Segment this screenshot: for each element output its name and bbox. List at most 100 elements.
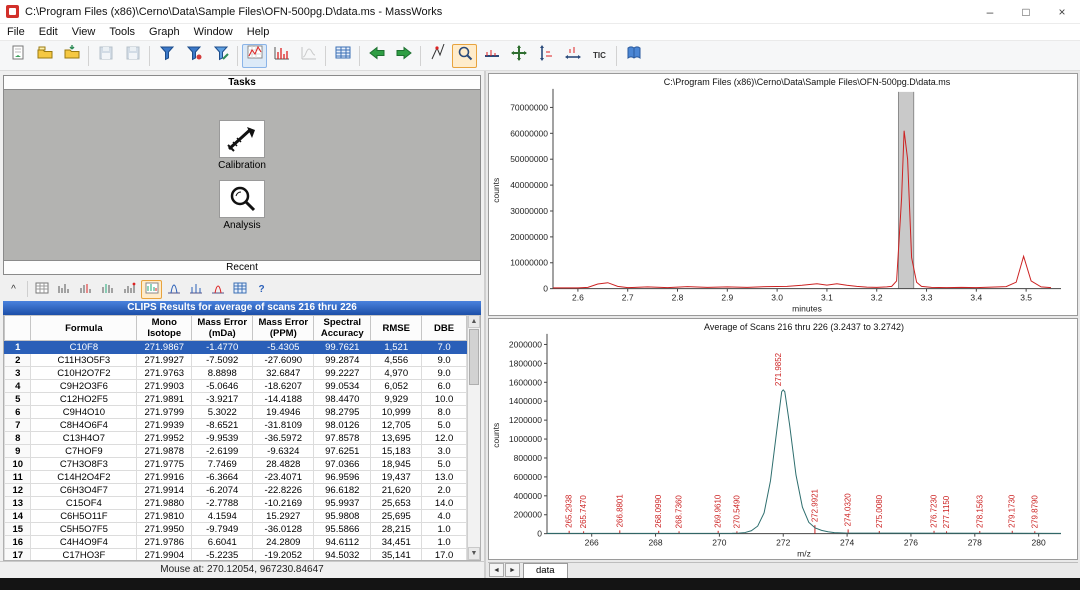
spectrum-chart[interactable]: Average of Scans 216 thru 226 (3.2437 to… (488, 318, 1078, 561)
table-row[interactable]: 6C9H4O10271.97995.302219.494698.279510,9… (5, 406, 467, 419)
toolbar-filter-1-button[interactable] (154, 44, 179, 68)
menu-window[interactable]: Window (187, 24, 240, 40)
scrollbar-track[interactable] (468, 386, 480, 547)
header-dbe[interactable]: DBE (422, 316, 467, 341)
mini-clips-results-button[interactable] (141, 280, 162, 299)
cell: 7.0 (422, 341, 467, 354)
close-button[interactable]: × (1044, 0, 1080, 23)
mini-collapse-button[interactable]: ^ (3, 280, 24, 299)
tab-next-icon[interactable]: ► (505, 563, 520, 577)
toolbar-open-file-button[interactable] (32, 44, 57, 68)
mini-spectrum-3-button[interactable] (207, 280, 228, 299)
mini-grid-view-button[interactable] (229, 280, 250, 299)
row-number: 3 (5, 367, 31, 380)
right-panel: C:\Program Files (x86)\Cerno\Data\Sample… (486, 71, 1080, 578)
toolbar-filter-3-button[interactable] (208, 44, 233, 68)
table-row[interactable]: 7C8H4O6F4271.9939-8.6521-31.810998.01261… (5, 419, 467, 432)
table-row[interactable]: 2C11H3O5F3271.9927-7.5092-27.609099.2874… (5, 354, 467, 367)
header-mono[interactable]: MonoIsotope (137, 316, 192, 341)
tab-data[interactable]: data (523, 563, 568, 578)
table-row[interactable]: 5C12HO2F5271.9891-3.9217-14.418898.44709… (5, 393, 467, 406)
mini-peak-marks-4-button[interactable] (119, 280, 140, 299)
chromatogram-chart[interactable]: C:\Program Files (x86)\Cerno\Data\Sample… (488, 73, 1078, 316)
mini-peak-marks-2-button[interactable] (75, 280, 96, 299)
spectrum-svg[interactable]: Average of Scans 216 thru 226 (3.2437 to… (489, 319, 1077, 560)
menu-help[interactable]: Help (240, 24, 277, 40)
header-rmse[interactable]: RMSE (371, 316, 422, 341)
mini-toolbar-separator (27, 281, 28, 297)
toolbar-forward-arrow-button[interactable] (391, 44, 416, 68)
mini-spectrum-1-button[interactable] (163, 280, 184, 299)
scroll-down-icon[interactable]: ▼ (468, 547, 480, 560)
menu-tools[interactable]: Tools (102, 24, 142, 40)
toolbar-y-scale-button[interactable] (533, 44, 558, 68)
table-row[interactable]: 10C7H3O8F3271.97757.746928.482897.036618… (5, 458, 467, 471)
cell: 7.7469 (192, 458, 253, 471)
table-row[interactable]: 15C5H5O7F5271.9950-9.7949-36.012895.5866… (5, 523, 467, 536)
toolbar-new-file-button[interactable] (5, 44, 30, 68)
svg-text:278.1563: 278.1563 (975, 494, 984, 528)
toolbar-separator (149, 46, 150, 66)
toolbar-x-scale-button[interactable] (560, 44, 585, 68)
table-row[interactable]: 17C17HO3F271.9904-5.2235-19.205294.50323… (5, 549, 467, 561)
table-row[interactable]: 13C15OF4271.9880-2.7788-10.216995.993725… (5, 497, 467, 510)
header-spectral[interactable]: SpectralAccuracy (314, 316, 371, 341)
toolbar-peaks-chart-button[interactable] (269, 44, 294, 68)
header-mass-error[interactable]: Mass Error(PPM) (253, 316, 314, 341)
calibration-icon[interactable] (219, 120, 265, 158)
chromatogram-svg[interactable]: C:\Program Files (x86)\Cerno\Data\Sample… (489, 74, 1077, 315)
table-row[interactable]: 14C6H5O11F271.98104.159415.292795.980825… (5, 510, 467, 523)
toolbar-help-button[interactable] (621, 44, 646, 68)
recent-section-header[interactable]: Recent (4, 260, 480, 274)
table-row[interactable]: 3C10H2O7F2271.97638.889832.684799.22274,… (5, 367, 467, 380)
menu-graph[interactable]: Graph (142, 24, 187, 40)
mini-help-button[interactable]: ? (251, 280, 272, 299)
minimize-button[interactable]: – (972, 0, 1008, 23)
cell: -18.6207 (253, 380, 314, 393)
toolbar-peak-pick-button[interactable] (425, 44, 450, 68)
toolbar-import-file-button[interactable] (59, 44, 84, 68)
table-row[interactable]: 4C9H2O3F6271.9903-5.0646-18.620799.05346… (5, 380, 467, 393)
mini-peak-marks-3-button[interactable] (97, 280, 118, 299)
toolbar-baseline-button[interactable] (479, 44, 504, 68)
cell: -36.5972 (253, 432, 314, 445)
table-row[interactable]: 11C14H2O4F2271.9916-6.3664-23.407196.959… (5, 471, 467, 484)
spline-chart-icon (300, 44, 318, 67)
analysis-icon[interactable] (219, 180, 265, 218)
toolbar-filter-2-button[interactable] (181, 44, 206, 68)
table-row[interactable]: 8C13H4O7271.9952-9.9539-36.597297.857813… (5, 432, 467, 445)
mini-spectrum-2-button[interactable] (185, 280, 206, 299)
mini-report-button[interactable] (31, 280, 52, 299)
pan-icon (510, 44, 528, 67)
toolbar-back-arrow-button[interactable] (364, 44, 389, 68)
table-row[interactable]: 12C6H3O4F7271.9914-6.2074-22.822696.6182… (5, 484, 467, 497)
row-number: 11 (5, 471, 31, 484)
header-mass-error[interactable]: Mass Error(mDa) (192, 316, 253, 341)
toolbar-table-chart-button[interactable] (330, 44, 355, 68)
cell: 6,052 (371, 380, 422, 393)
menu-view[interactable]: View (65, 24, 103, 40)
cell: -6.3664 (192, 471, 253, 484)
scrollbar-thumb[interactable] (469, 329, 479, 385)
row-number: 5 (5, 393, 31, 406)
cell: -10.2169 (253, 497, 314, 510)
cell: 271.9903 (137, 380, 192, 393)
table-row[interactable]: 9C7HOF9271.9878-2.6199-9.632497.625115,1… (5, 445, 467, 458)
svg-text:200000: 200000 (514, 509, 543, 519)
toolbar-tic-button[interactable]: TIC (587, 44, 612, 68)
mini-peak-marks-1-button[interactable] (53, 280, 74, 299)
toolbar-chart-grid-button[interactable] (242, 44, 267, 68)
toolbar-zoom-button[interactable] (452, 44, 477, 68)
toolbar-pan-button[interactable] (506, 44, 531, 68)
scroll-up-icon[interactable]: ▲ (468, 315, 480, 328)
menu-file[interactable]: File (0, 24, 32, 40)
table-scrollbar[interactable]: ▲ ▼ (467, 315, 480, 560)
analysis-task[interactable]: Analysis (219, 180, 265, 231)
table-row[interactable]: 1C10F8271.9867-1.4770-5.430599.76211,521… (5, 341, 467, 354)
header-formula[interactable]: Formula (31, 316, 137, 341)
table-row[interactable]: 16C4H4O9F4271.97866.604124.280994.611234… (5, 536, 467, 549)
tab-prev-icon[interactable]: ◄ (489, 563, 504, 577)
maximize-button[interactable]: □ (1008, 0, 1044, 23)
calibration-task[interactable]: Calibration (218, 120, 266, 171)
menu-edit[interactable]: Edit (32, 24, 65, 40)
